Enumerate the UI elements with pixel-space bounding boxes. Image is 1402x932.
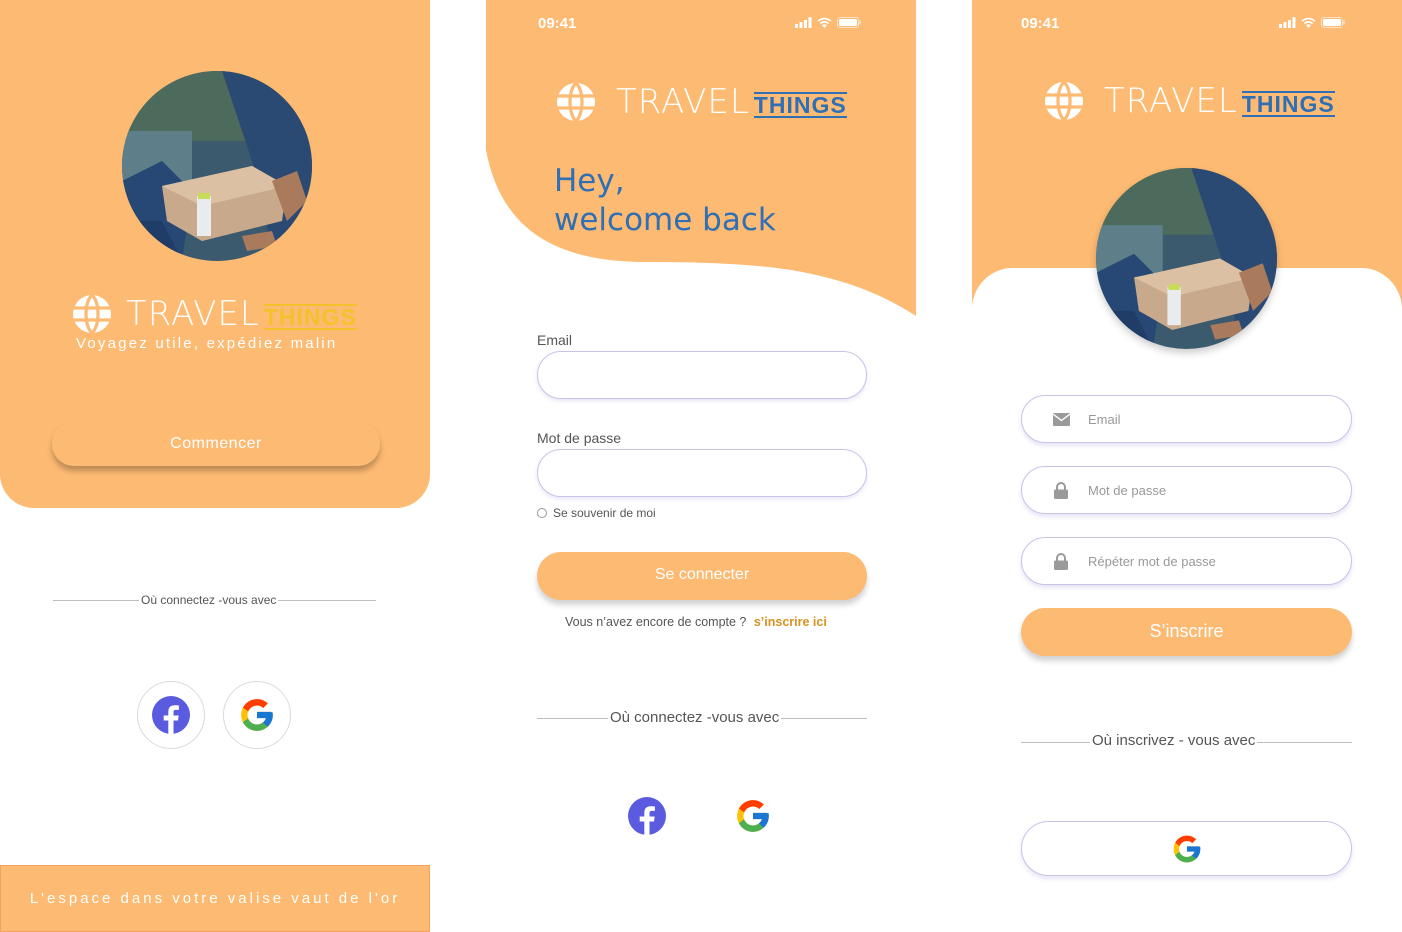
facebook-icon (151, 695, 191, 735)
start-button[interactable]: Commencer (52, 422, 380, 466)
globe-icon (72, 294, 112, 334)
password-placeholder: Mot de passe (1088, 482, 1167, 498)
brand-things: THINGS (263, 304, 357, 330)
brand-logo: TRAVEL THINGS (1044, 81, 1335, 121)
password-field[interactable]: Mot de passe (1021, 466, 1352, 514)
divider-text: Où connectez -vous avec (608, 709, 782, 726)
facebook-login-button[interactable] (137, 681, 205, 749)
brand-travel: TRAVEL (616, 82, 750, 122)
lock-icon (1052, 552, 1070, 570)
no-account-text: Vous n’avez encore de compte ? (565, 615, 747, 629)
footer-banner: L'espace dans votre valise vaut de l'or (0, 865, 430, 932)
battery-icon (1321, 17, 1345, 28)
repeat-password-field[interactable]: Répéter mot de passe (1021, 537, 1352, 585)
remember-me[interactable]: Se souvenir de moi (537, 506, 656, 520)
wifi-icon (817, 17, 832, 28)
battery-icon (837, 17, 861, 28)
brand-travel: TRAVEL (126, 294, 260, 334)
login-button[interactable]: Se connecter (537, 552, 867, 600)
brand-travel: TRAVEL (1104, 81, 1238, 121)
mail-icon (1052, 410, 1070, 428)
brand-things: THINGS (1241, 91, 1335, 117)
google-login-button[interactable] (223, 681, 291, 749)
google-icon (1171, 833, 1203, 865)
signal-icon (1279, 17, 1296, 28)
google-icon (238, 696, 276, 734)
greeting-line-2: welcome back (554, 202, 776, 238)
status-time: 09:41 (1021, 15, 1060, 32)
remember-label: Se souvenir de moi (553, 506, 656, 520)
signup-button[interactable]: S’inscrire (1021, 608, 1352, 656)
email-placeholder: Email (1088, 411, 1121, 427)
wifi-icon (1301, 17, 1316, 28)
password-label: Mot de passe (537, 430, 622, 446)
signup-link[interactable]: s’inscrire ici (754, 615, 827, 629)
delivery-photo (122, 71, 312, 261)
brand-logo: TRAVEL THINGS (556, 82, 847, 122)
lock-icon (1052, 481, 1070, 499)
status-icons (795, 17, 861, 28)
status-icons (1279, 17, 1345, 28)
email-label: Email (537, 332, 573, 348)
signal-icon (795, 17, 812, 28)
delivery-photo (1096, 168, 1277, 349)
email-field[interactable] (537, 351, 867, 399)
signup-prompt: Vous n’avez encore de compte ? s’inscrir… (565, 615, 827, 629)
google-signup-button[interactable] (1021, 821, 1352, 876)
login-screen: 09:41 TRAVEL THINGS Hey, welcome back Em… (486, 0, 916, 932)
globe-icon (556, 82, 596, 122)
divider-text: Où inscrivez - vous avec (1090, 732, 1258, 749)
login-header-shape (486, 0, 916, 316)
password-field[interactable] (537, 449, 867, 497)
globe-icon (1044, 81, 1084, 121)
welcome-screen: TRAVEL THINGS Voyagez utile, expédiez ma… (0, 0, 430, 932)
facebook-icon[interactable] (627, 796, 667, 836)
greeting-line-1: Hey, (554, 163, 625, 199)
brand-logo: TRAVEL THINGS (72, 294, 357, 334)
google-icon[interactable] (734, 797, 772, 835)
divider-text: Où connectez -vous avec (139, 593, 279, 607)
remember-radio[interactable] (537, 508, 547, 518)
status-time: 09:41 (538, 15, 577, 32)
repeat-password-placeholder: Répéter mot de passe (1088, 553, 1216, 569)
signup-screen: 09:41 TRAVEL THINGS Email Mot de passe R… (972, 0, 1402, 932)
brand-things: THINGS (753, 92, 847, 118)
brand-tagline: Voyagez utile, expédiez malin (76, 335, 338, 352)
email-field[interactable]: Email (1021, 395, 1352, 443)
